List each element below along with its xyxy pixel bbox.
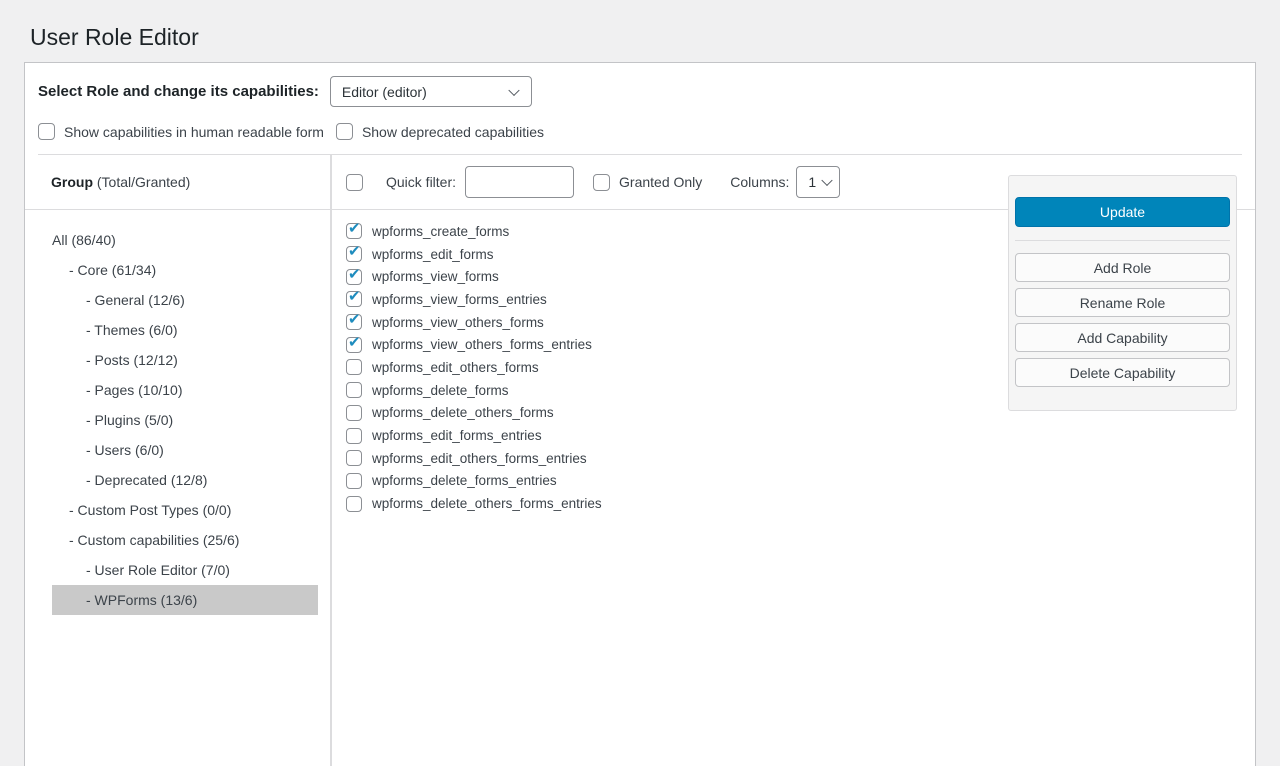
capability-checkbox[interactable] — [346, 291, 362, 307]
group-tree-item[interactable]: - Custom capabilities (25/6) — [52, 525, 318, 555]
actions-divider — [1015, 240, 1230, 241]
capability-checkbox[interactable] — [346, 382, 362, 398]
capability-checkbox[interactable] — [346, 223, 362, 239]
columns-label: Columns: — [730, 174, 789, 190]
group-tree-item[interactable]: - Users (6/0) — [52, 435, 318, 465]
group-tree-item[interactable]: - Posts (12/12) — [52, 345, 318, 375]
group-tree-item[interactable]: - Deprecated (12/8) — [52, 465, 318, 495]
group-tree-item-label: - Core (61/34) — [69, 262, 156, 278]
group-tree-item-label: - Custom Post Types (0/0) — [69, 502, 231, 518]
capability-row: wpforms_delete_others_forms_entries — [346, 492, 1255, 515]
show-human-readable-checkbox[interactable] — [38, 123, 55, 140]
capability-label: wpforms_edit_others_forms_entries — [372, 451, 587, 466]
select-all-checkbox[interactable] — [346, 174, 363, 191]
capability-label: wpforms_view_forms — [372, 269, 499, 284]
group-tree-item-label: - Posts (12/12) — [86, 352, 178, 368]
capability-checkbox[interactable] — [346, 428, 362, 444]
columns-select-value: 1 — [808, 174, 816, 190]
add-capability-button[interactable]: Add Capability — [1015, 323, 1230, 352]
capability-label: wpforms_edit_forms — [372, 247, 494, 262]
group-tree-item-label: - Themes (6/0) — [86, 322, 178, 338]
group-tree-item[interactable]: - Core (61/34) — [52, 255, 318, 285]
page-title: User Role Editor — [30, 22, 1280, 52]
display-options-row: Show capabilities in human readable form… — [25, 107, 1255, 154]
group-tree-item-label: - Custom capabilities (25/6) — [69, 532, 239, 548]
group-tree-item[interactable]: All (86/40) — [52, 225, 318, 255]
capability-row: wpforms_edit_others_forms_entries — [346, 447, 1255, 470]
capability-label: wpforms_view_others_forms — [372, 315, 544, 330]
quick-filter-label: Quick filter: — [386, 174, 456, 190]
columns-select[interactable]: 1 — [796, 166, 840, 198]
capability-checkbox[interactable] — [346, 496, 362, 512]
group-tree-item-label: All (86/40) — [52, 232, 116, 248]
delete-capability-button[interactable]: Delete Capability — [1015, 358, 1230, 387]
role-select-row: Select Role and change its capabilities:… — [25, 63, 1255, 107]
granted-only-label: Granted Only — [619, 174, 702, 190]
group-tree-item[interactable]: - Pages (10/10) — [52, 375, 318, 405]
group-tree-item[interactable]: - User Role Editor (7/0) — [52, 555, 318, 585]
capability-checkbox[interactable] — [346, 450, 362, 466]
group-tree-item[interactable]: - General (12/6) — [52, 285, 318, 315]
add-role-button[interactable]: Add Role — [1015, 253, 1230, 282]
capability-label: wpforms_delete_forms_entries — [372, 473, 557, 488]
capability-checkbox[interactable] — [346, 246, 362, 262]
capability-label: wpforms_delete_others_forms_entries — [372, 496, 602, 511]
role-select[interactable]: Editor (editor) — [330, 76, 532, 107]
group-tree-item-label: - Deprecated (12/8) — [86, 472, 207, 488]
group-tree-item-label: - User Role Editor (7/0) — [86, 562, 230, 578]
chevron-down-icon — [508, 84, 519, 95]
group-tree-item-label: - WPForms (13/6) — [86, 592, 197, 608]
update-button[interactable]: Update — [1015, 197, 1230, 227]
show-deprecated-checkbox[interactable] — [336, 123, 353, 140]
group-tree-item-label: - General (12/6) — [86, 292, 185, 308]
role-select-value: Editor (editor) — [342, 84, 427, 100]
capability-label: wpforms_delete_others_forms — [372, 405, 554, 420]
group-tree-item[interactable]: - WPForms (13/6) — [52, 585, 318, 615]
group-tree-item[interactable]: - Plugins (5/0) — [52, 405, 318, 435]
show-human-readable-label: Show capabilities in human readable form — [64, 124, 324, 140]
user-role-editor-panel: Select Role and change its capabilities:… — [24, 62, 1256, 766]
groups-tree: All (86/40) - Core (61/34) - General (12… — [25, 210, 330, 615]
capability-row: wpforms_delete_forms_entries — [346, 470, 1255, 493]
capabilities-area: Quick filter: Granted Only Columns: 1 wp… — [332, 155, 1255, 766]
quick-filter-input[interactable] — [465, 166, 574, 198]
capability-checkbox[interactable] — [346, 473, 362, 489]
groups-header: Group (Total/Granted) — [25, 155, 332, 210]
capability-checkbox[interactable] — [346, 269, 362, 285]
capability-checkbox[interactable] — [346, 359, 362, 375]
groups-sidebar: Group (Total/Granted) All (86/40) - Core… — [25, 155, 332, 766]
capability-label: wpforms_edit_forms_entries — [372, 428, 542, 443]
capability-checkbox[interactable] — [346, 314, 362, 330]
capability-label: wpforms_create_forms — [372, 224, 509, 239]
capability-row: wpforms_edit_forms_entries — [346, 424, 1255, 447]
groups-header-title: Group — [51, 174, 93, 190]
actions-panel: Update Add Role Rename Role Add Capabili… — [1008, 175, 1237, 411]
select-role-label: Select Role and change its capabilities: — [38, 83, 319, 100]
group-tree-item-label: - Pages (10/10) — [86, 382, 183, 398]
chevron-down-icon — [822, 175, 833, 186]
capability-checkbox[interactable] — [346, 337, 362, 353]
capability-checkbox[interactable] — [346, 405, 362, 421]
groups-header-subtitle: (Total/Granted) — [93, 174, 190, 190]
group-tree-item-label: - Users (6/0) — [86, 442, 164, 458]
granted-only-checkbox[interactable] — [593, 174, 610, 191]
group-tree-item-label: - Plugins (5/0) — [86, 412, 173, 428]
group-tree-item[interactable]: - Custom Post Types (0/0) — [52, 495, 318, 525]
group-tree-item[interactable]: - Themes (6/0) — [52, 315, 318, 345]
capability-label: wpforms_delete_forms — [372, 383, 509, 398]
show-deprecated-label: Show deprecated capabilities — [362, 124, 544, 140]
capability-label: wpforms_view_others_forms_entries — [372, 337, 592, 352]
capability-label: wpforms_view_forms_entries — [372, 292, 547, 307]
capability-label: wpforms_edit_others_forms — [372, 360, 539, 375]
rename-role-button[interactable]: Rename Role — [1015, 288, 1230, 317]
